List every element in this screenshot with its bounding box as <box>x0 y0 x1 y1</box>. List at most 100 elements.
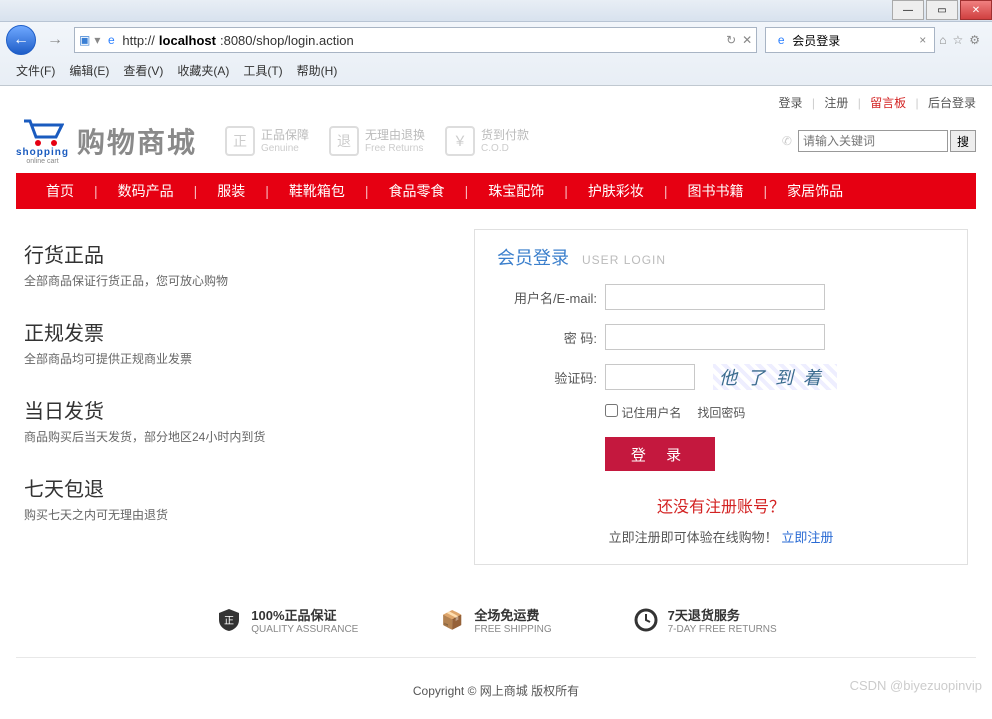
menu-favorites[interactable]: 收藏夹(A) <box>171 60 235 81</box>
feature-item: 七天包退购买七天之内可无理由退货 <box>24 473 444 523</box>
menu-bar: 文件(F) 编辑(E) 查看(V) 收藏夹(A) 工具(T) 帮助(H) <box>0 58 992 85</box>
register-now-link[interactable]: 立即注册 <box>781 530 833 545</box>
fbadge-title: 100%正品保证 <box>251 605 358 624</box>
register-sub: 立即注册即可体验在线购物！ 立即注册 <box>497 527 945 546</box>
footer-badge-shipping: 📦 全场免运费FREE SHIPPING <box>438 605 551 635</box>
login-button[interactable]: 登 录 <box>605 437 715 471</box>
form-row-password: 密 码: <box>497 324 945 350</box>
svg-text:正: 正 <box>224 616 234 627</box>
nav-beauty[interactable]: 护肤彩妆 <box>568 181 664 201</box>
favorites-icon[interactable]: ☆ <box>952 33 963 47</box>
form-row-captcha: 验证码: 他了到着 <box>497 364 945 390</box>
search-input[interactable] <box>798 130 948 152</box>
shield-check-icon: 正 <box>215 606 243 634</box>
home-icon[interactable]: ⌂ <box>939 33 946 47</box>
nav-clothing[interactable]: 服装 <box>197 181 265 201</box>
nav-shoes[interactable]: 鞋靴箱包 <box>269 181 365 201</box>
menu-edit[interactable]: 编辑(E) <box>63 60 115 81</box>
badge-sub: C.O.D <box>481 143 529 154</box>
shield-icon: ▣ <box>79 33 90 47</box>
top-admin-link[interactable]: 后台登录 <box>928 96 976 110</box>
feature-item: 行货正品全部商品保证行货正品，您可放心购物 <box>24 239 444 289</box>
copyright: Copyright © 网上商城 版权所有 <box>16 682 976 699</box>
nav-home[interactable]: 首页 <box>26 181 94 201</box>
form-row-username: 用户名/E-mail: <box>497 284 945 310</box>
captcha-image[interactable]: 他了到着 <box>713 364 837 390</box>
badge-returns-icon: 退 <box>329 126 359 156</box>
url-rest: :8080/shop/login.action <box>220 33 354 48</box>
refresh-icon[interactable]: ↻ <box>726 33 736 47</box>
browser-chrome: — ▭ ✕ ← → ▣ ▾ e http://localhost:8080/sh… <box>0 0 992 86</box>
footer-badge-quality: 正 100%正品保证QUALITY ASSURANCE <box>215 605 358 635</box>
menu-tools[interactable]: 工具(T) <box>237 60 288 81</box>
top-board-link[interactable]: 留言板 <box>870 96 906 110</box>
search-box: ✆ 搜 <box>782 130 976 152</box>
badge-cod-icon: ￥ <box>445 126 475 156</box>
logo[interactable]: shopping online cart 购物商城 <box>16 117 197 165</box>
feature-title: 行货正品 <box>24 239 444 268</box>
badge-text: 正品保障 <box>261 128 309 142</box>
login-title-en: USER LOGIN <box>582 253 666 267</box>
nav-jewelry[interactable]: 珠宝配饰 <box>468 181 564 201</box>
logo-shopping-sub: online cart <box>26 158 58 165</box>
nav-books[interactable]: 图书书籍 <box>667 181 763 201</box>
tab-title: 会员登录 <box>792 32 840 49</box>
feature-title: 正规发票 <box>24 317 444 346</box>
login-title: 会员登录 USER LOGIN <box>497 244 945 270</box>
remember-label[interactable]: 记住用户名 <box>605 404 681 421</box>
tab-bar: e 会员登录 × <box>765 27 935 53</box>
badge-genuine-icon: 正 <box>225 126 255 156</box>
feature-item: 当日发货商品购买后当天发货，部分地区24小时内到货 <box>24 395 444 445</box>
nav-food[interactable]: 食品零食 <box>369 181 465 201</box>
separator: | <box>858 96 861 110</box>
browser-tab[interactable]: e 会员登录 × <box>765 27 935 53</box>
logo-cart-icon: shopping online cart <box>16 117 69 165</box>
close-button[interactable]: ✕ <box>960 0 992 20</box>
username-input[interactable] <box>605 284 825 310</box>
tab-close-icon[interactable]: × <box>919 33 926 47</box>
nav-digital[interactable]: 数码产品 <box>98 181 194 201</box>
login-options: 记住用户名 找回密码 <box>497 404 945 421</box>
fbadge-title: 全场免运费 <box>474 605 551 624</box>
badge-genuine: 正 正品保障Genuine <box>225 126 309 156</box>
remember-text: 记住用户名 <box>621 406 681 420</box>
nav-home-goods[interactable]: 家居饰品 <box>767 181 863 201</box>
badge-text: 无理由退换 <box>365 128 425 142</box>
return-icon <box>632 606 660 634</box>
back-button[interactable]: ← <box>6 25 36 55</box>
feature-desc: 购买七天之内可无理由退货 <box>24 506 444 523</box>
badge-cod: ￥ 货到付款C.O.D <box>445 126 529 156</box>
address-bar[interactable]: ▣ ▾ e http://localhost:8080/shop/login.a… <box>74 27 757 53</box>
password-input[interactable] <box>605 324 825 350</box>
login-title-text: 会员登录 <box>497 248 569 268</box>
feature-desc: 全部商品均可提供正规商业发票 <box>24 350 444 367</box>
top-links: 登录 | 注册 | 留言板 | 后台登录 <box>16 94 976 117</box>
top-register-link[interactable]: 注册 <box>824 96 848 110</box>
fbadge-sub: FREE SHIPPING <box>474 624 551 635</box>
fbadge-sub: QUALITY ASSURANCE <box>251 624 358 635</box>
stop-icon[interactable]: ✕ <box>742 33 752 47</box>
forward-button[interactable]: → <box>40 25 70 55</box>
top-login-link[interactable]: 登录 <box>779 96 803 110</box>
badge-sub: Genuine <box>261 143 309 154</box>
label-password: 密 码: <box>497 328 597 347</box>
header: shopping online cart 购物商城 正 正品保障Genuine … <box>16 117 976 165</box>
minimize-button[interactable]: — <box>892 0 924 20</box>
watermark: CSDN @biyezuopinvip <box>850 678 982 693</box>
menu-view[interactable]: 查看(V) <box>117 60 169 81</box>
menu-help[interactable]: 帮助(H) <box>291 60 344 81</box>
captcha-input[interactable] <box>605 364 695 390</box>
badge-returns: 退 无理由退换Free Returns <box>329 126 425 156</box>
dropdown-icon[interactable]: ▾ <box>94 33 100 47</box>
menu-file[interactable]: 文件(F) <box>10 60 61 81</box>
feature-title: 当日发货 <box>24 395 444 424</box>
forgot-password-link[interactable]: 找回密码 <box>697 404 745 421</box>
logo-text: 购物商城 <box>77 121 197 161</box>
settings-icon[interactable]: ⚙ <box>969 33 980 47</box>
window-controls: — ▭ ✕ <box>0 0 992 22</box>
remember-checkbox[interactable] <box>605 404 618 417</box>
url-prefix: http:// <box>122 33 155 48</box>
search-button[interactable]: 搜 <box>950 130 976 152</box>
url-host: localhost <box>159 33 216 48</box>
maximize-button[interactable]: ▭ <box>926 0 958 20</box>
